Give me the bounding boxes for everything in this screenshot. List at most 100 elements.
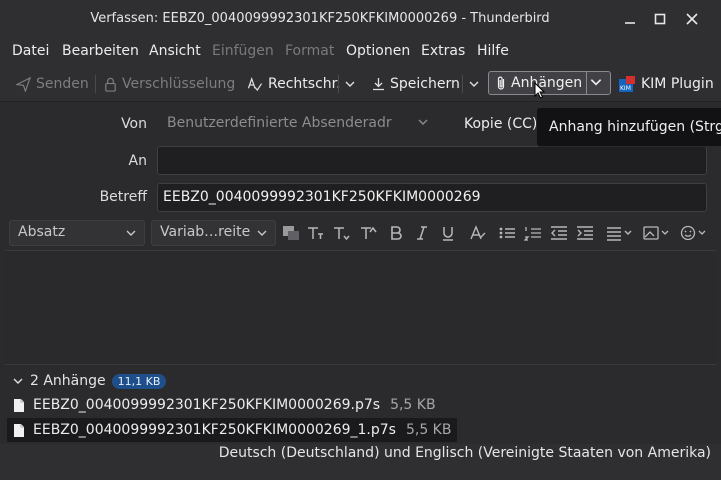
font-size-increase-icon xyxy=(334,227,350,241)
bullet-list-button[interactable] xyxy=(497,224,517,242)
toolbar-separator xyxy=(338,75,339,93)
attach-dropdown[interactable] xyxy=(589,75,603,93)
attach-label: Anhängen xyxy=(511,75,583,91)
smiley-icon xyxy=(680,225,706,241)
underline-icon xyxy=(443,227,453,241)
menu-hilfe[interactable]: Hilfe xyxy=(477,43,509,59)
title-bar: Verfassen: EEBZ0_0040099992301KF250KFKIM… xyxy=(0,0,721,38)
attachment-name: EEBZ0_0040099992301KF250KFKIM0000269.p7s xyxy=(33,397,381,413)
toolbar-separator xyxy=(462,75,463,93)
menu-ansicht[interactable]: Ansicht xyxy=(149,43,201,59)
attachment-count: 2 Anhänge xyxy=(30,373,106,389)
message-body-editor[interactable] xyxy=(5,250,716,364)
font-value: Variab…reite xyxy=(160,224,251,240)
lock-icon xyxy=(105,77,116,92)
mouse-cursor-icon xyxy=(534,82,545,99)
indent-icon xyxy=(577,226,593,240)
bullet-list-icon xyxy=(499,227,515,239)
text-color-button[interactable] xyxy=(281,224,301,242)
paragraph-format-select[interactable]: Absatz xyxy=(9,220,145,246)
save-button[interactable]: Speichern xyxy=(372,71,460,97)
chevron-down-icon xyxy=(126,230,136,236)
from-select[interactable]: Benutzerdefinierte Absenderadr xyxy=(157,110,437,138)
align-icon xyxy=(607,227,632,241)
status-bar: Deutsch (Deutschland) und Englisch (Vere… xyxy=(0,444,721,480)
encryption-button[interactable]: Verschlüsselung xyxy=(104,71,235,97)
paragraph-format-value: Absatz xyxy=(18,224,66,240)
send-button[interactable]: Senden xyxy=(16,71,89,97)
menu-extras[interactable]: Extras xyxy=(421,43,465,59)
kim-plugin-label: KIM Plugin xyxy=(641,76,714,92)
italic-button[interactable] xyxy=(412,224,432,242)
menu-einfuegen[interactable]: Einfügen xyxy=(212,43,274,59)
numbered-list-button[interactable] xyxy=(523,224,543,242)
toolbar-separator xyxy=(95,75,96,93)
chevron-down-icon xyxy=(469,81,479,87)
insert-image-menu-button[interactable] xyxy=(642,224,672,242)
save-dropdown[interactable] xyxy=(468,71,480,97)
menu-format[interactable]: Format xyxy=(285,43,334,59)
attach-button[interactable]: Anhängen xyxy=(488,71,611,95)
larger-font-button[interactable] xyxy=(331,224,351,242)
numbered-list-icon xyxy=(524,227,541,241)
attachment-item[interactable]: EEBZ0_0040099992301KF250KFKIM0000269_1.p… xyxy=(7,418,458,442)
attachment-size-badge: 11,1 KB xyxy=(111,373,167,389)
encryption-label: Verschlüsselung xyxy=(122,76,236,92)
align-menu-button[interactable] xyxy=(605,224,635,242)
close-icon xyxy=(686,13,698,25)
menu-datei[interactable]: Datei xyxy=(12,43,49,59)
file-icon xyxy=(14,398,24,412)
cc-button[interactable]: Kopie (CC) xyxy=(464,116,537,132)
kim-plugin-button[interactable]: KIM KIM Plugin xyxy=(618,71,714,97)
italic-icon xyxy=(417,226,427,240)
clear-formatting-button[interactable] xyxy=(468,224,488,242)
attachment-toggle[interactable]: 2 Anhänge 11,1 KB xyxy=(12,373,167,389)
to-input[interactable] xyxy=(157,146,707,175)
attachment-pane: 2 Anhänge 11,1 KB EEBZ0_0040099992301KF2… xyxy=(5,364,716,444)
spellcheck-button[interactable]: Rechtschr. xyxy=(247,71,341,97)
insert-emoji-menu-button[interactable] xyxy=(679,224,709,242)
attachment-item[interactable]: EEBZ0_0040099992301KF250KFKIM0000269.p7s… xyxy=(7,393,442,417)
font-size-decrease-icon xyxy=(308,227,323,239)
spellcheck-label: Rechtschr. xyxy=(268,76,341,92)
outdent-button[interactable] xyxy=(549,224,569,242)
chevron-down-icon xyxy=(257,230,267,236)
attachment-size: 5,5 KB xyxy=(405,422,452,438)
bold-icon xyxy=(391,226,402,240)
maximize-icon xyxy=(654,13,666,25)
text-style-icon xyxy=(361,226,377,239)
outdent-icon xyxy=(551,226,567,240)
subject-input[interactable]: EEBZ0_0040099992301KF250KFKIM0000269 xyxy=(157,183,707,212)
save-label: Speichern xyxy=(390,76,460,92)
spellcheck-dropdown[interactable] xyxy=(344,71,356,97)
attachment-size: 5,5 KB xyxy=(390,397,436,413)
bold-button[interactable] xyxy=(386,224,406,242)
from-label: Von xyxy=(121,116,147,132)
attach-button-divider xyxy=(586,72,587,94)
underline-button[interactable] xyxy=(438,224,458,242)
smaller-font-button[interactable] xyxy=(305,224,325,242)
chevron-down-icon xyxy=(418,119,428,125)
chevron-down-icon xyxy=(590,79,602,86)
subject-label: Betreff xyxy=(99,189,147,205)
format-toolbar: Absatz Variab…reite xyxy=(5,216,716,249)
spellcheck-icon xyxy=(247,76,263,91)
maximize-button[interactable] xyxy=(650,9,670,29)
menu-bearbeiten[interactable]: Bearbeiten xyxy=(62,43,139,59)
image-icon xyxy=(643,226,669,240)
compose-toolbar: Senden Verschlüsselung Rechtschr. Speich… xyxy=(0,66,721,102)
minimize-button[interactable] xyxy=(620,9,640,29)
attach-tooltip: Anhang hinzufügen (Strg+Umschalt+A) xyxy=(536,107,721,147)
kim-plugin-icon: KIM xyxy=(619,76,635,92)
color-swatch-icon xyxy=(283,226,299,240)
to-label: An xyxy=(128,153,147,169)
font-select[interactable]: Variab…reite xyxy=(151,220,276,246)
superscript-button[interactable] xyxy=(358,224,378,242)
spellcheck-language[interactable]: Deutsch (Deutschland) und Englisch (Vere… xyxy=(219,445,711,461)
attachment-name: EEBZ0_0040099992301KF250KFKIM0000269_1.p… xyxy=(33,422,396,438)
send-icon xyxy=(16,76,31,92)
menu-optionen[interactable]: Optionen xyxy=(346,43,410,59)
close-window-button[interactable] xyxy=(682,9,702,29)
indent-button[interactable] xyxy=(575,224,595,242)
send-label: Senden xyxy=(36,76,89,92)
